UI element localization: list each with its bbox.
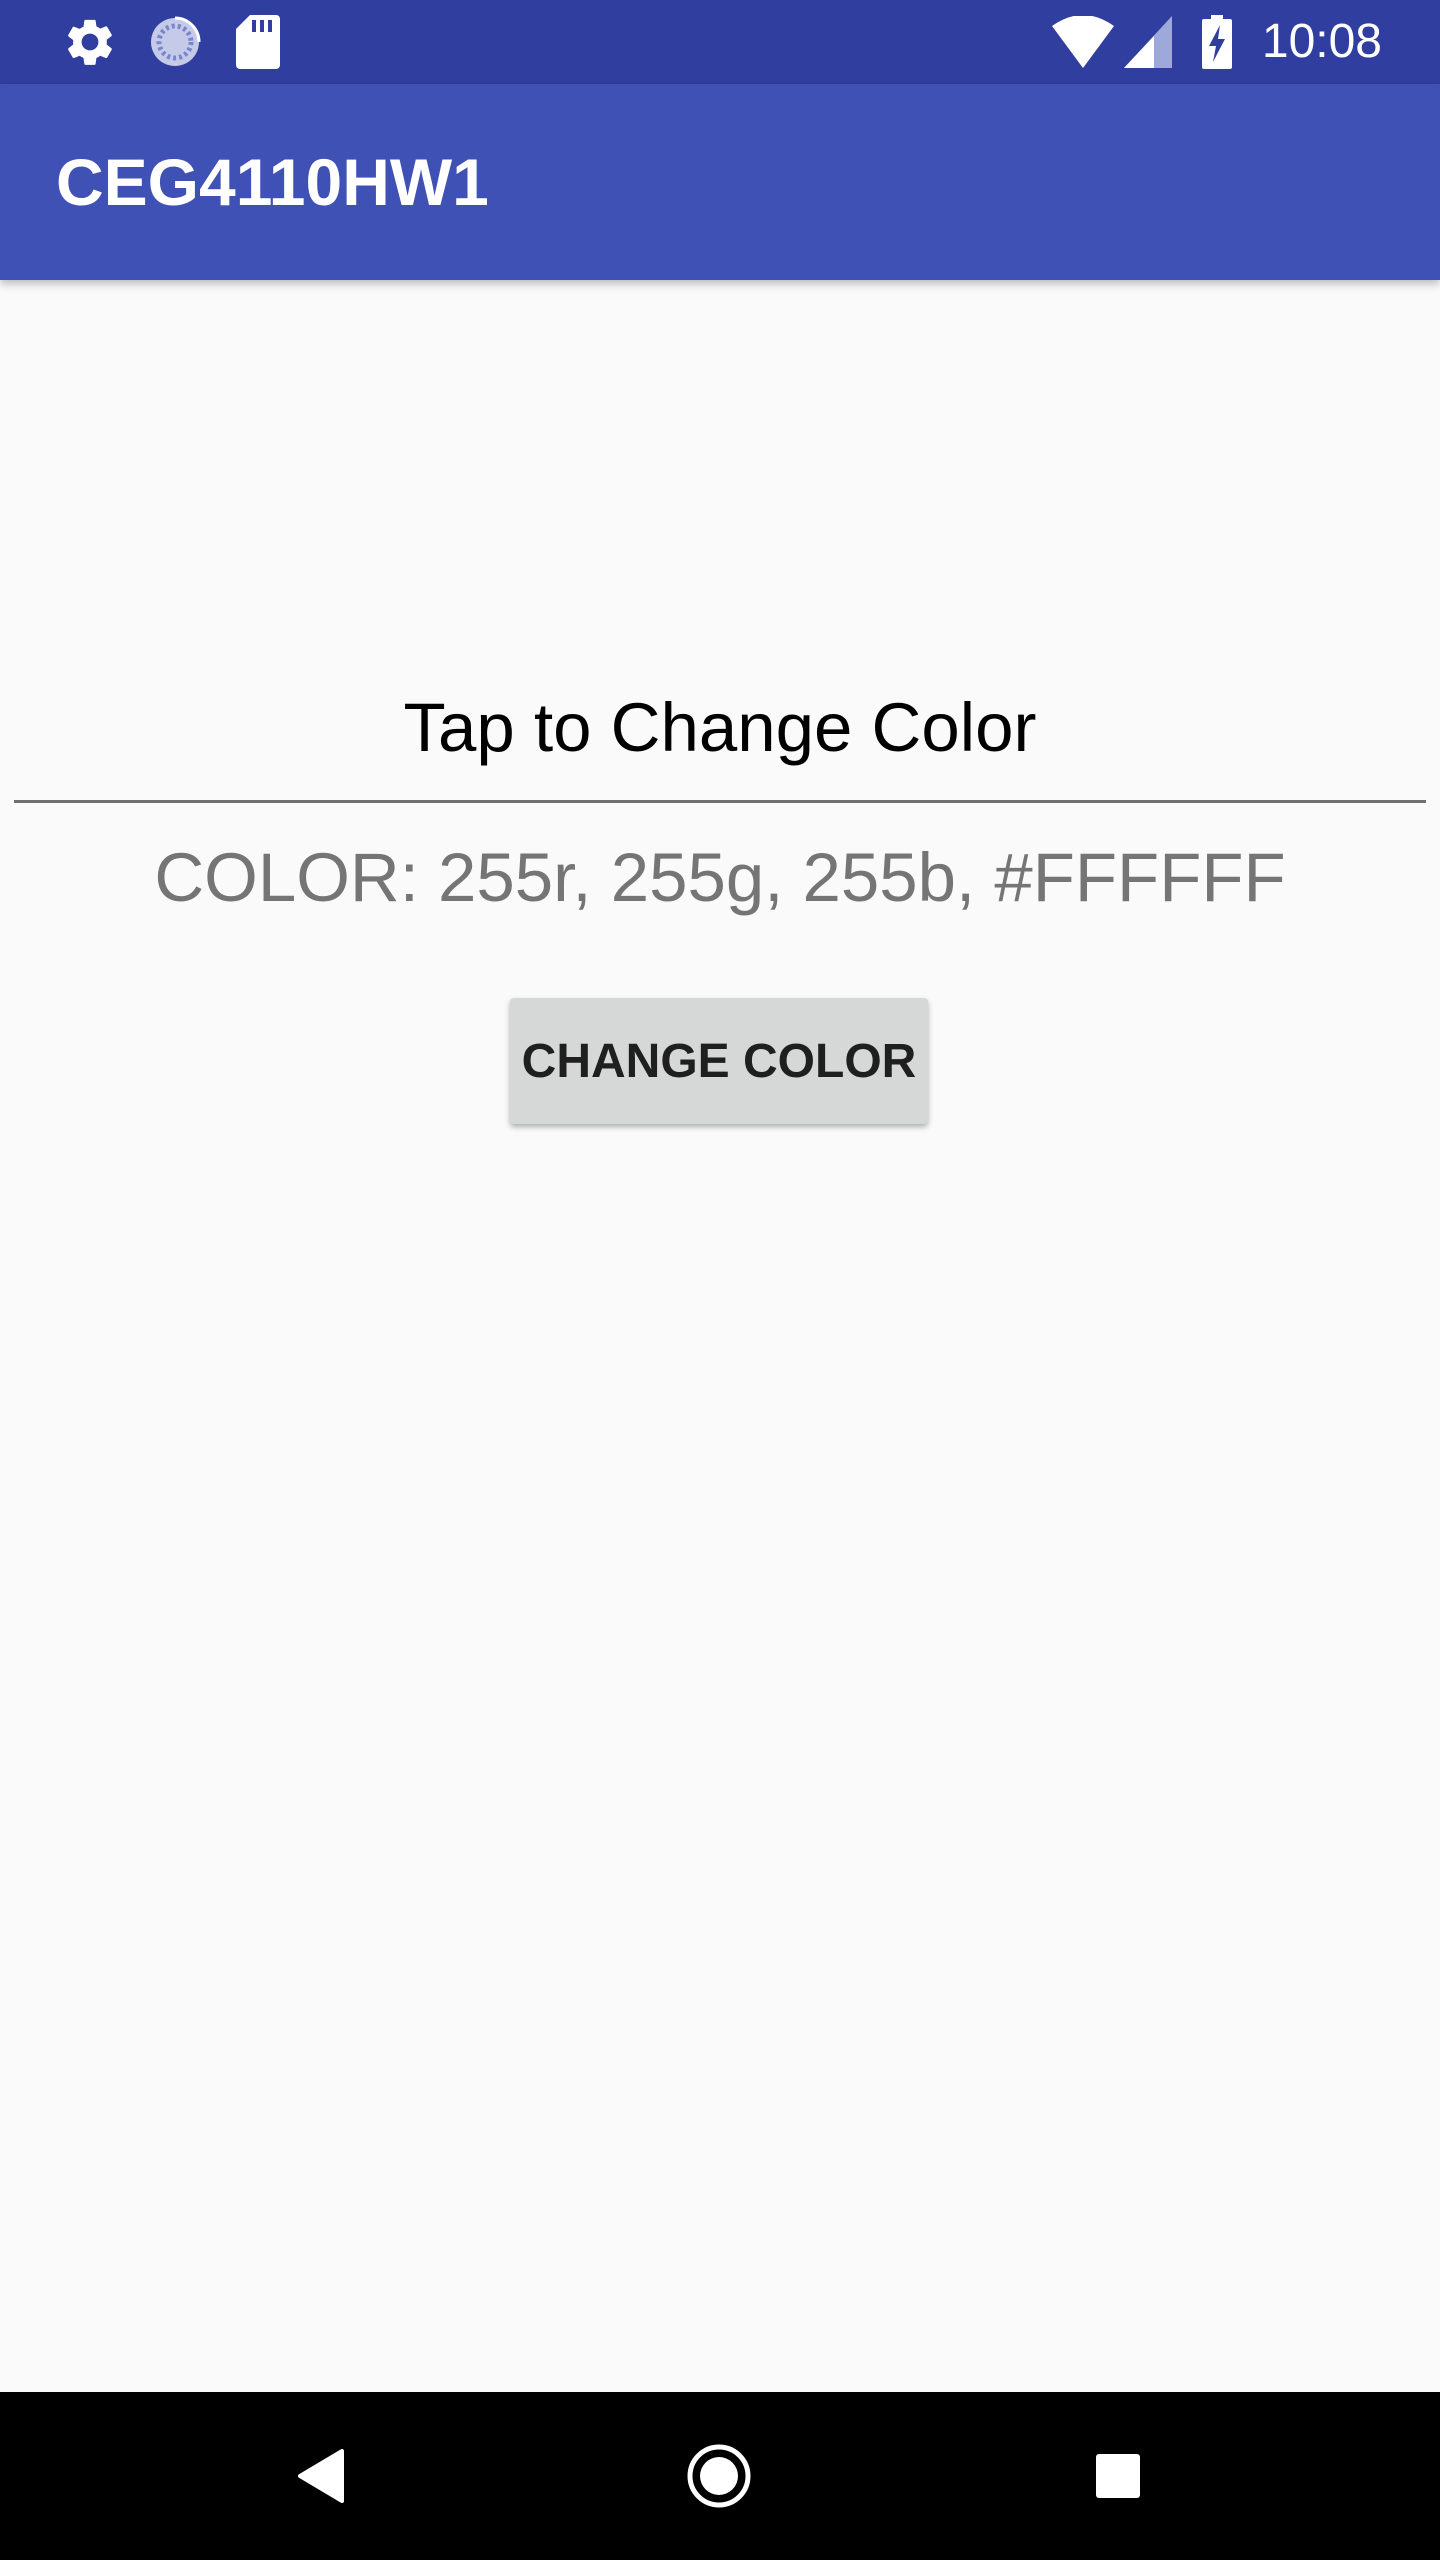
- app-title: CEG4110HW1: [56, 145, 489, 219]
- cellular-signal-icon: [1124, 0, 1172, 84]
- status-time: 10:08: [1261, 15, 1382, 68]
- color-readout: COLOR: 255r, 255g, 255b, #FFFFFF: [154, 839, 1286, 916]
- recents-icon[interactable]: [1096, 2392, 1140, 2560]
- status-bar: 10:08: [0, 0, 1440, 84]
- divider: [14, 800, 1426, 803]
- sync-icon: [148, 0, 202, 84]
- battery-charging-icon: [1202, 0, 1232, 84]
- back-icon[interactable]: [296, 2392, 344, 2560]
- change-color-button[interactable]: CHANGE COLOR: [510, 998, 928, 1124]
- navigation-bar: [0, 2392, 1440, 2560]
- sd-card-icon: [236, 0, 280, 84]
- tap-to-change-color-text[interactable]: Tap to Change Color: [0, 688, 1440, 767]
- home-icon[interactable]: [686, 2392, 752, 2560]
- app-bar: CEG4110HW1: [0, 84, 1440, 280]
- settings-icon: [62, 0, 118, 84]
- wifi-icon: [1052, 0, 1114, 84]
